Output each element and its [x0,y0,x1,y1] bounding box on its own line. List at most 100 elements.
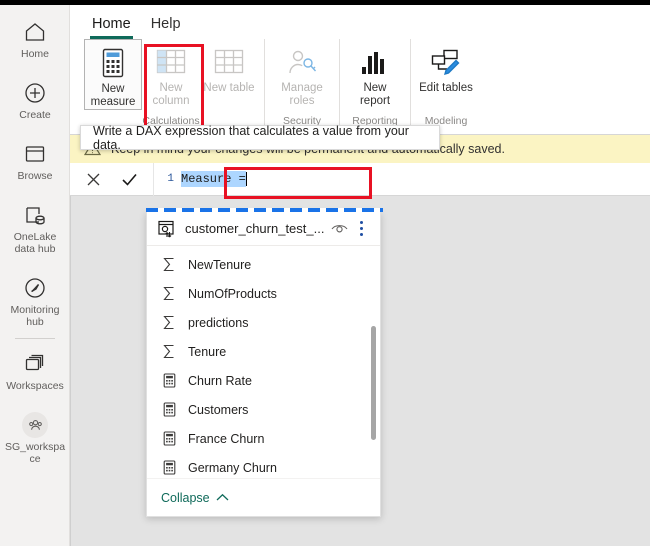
list-item[interactable]: NewTenure [147,250,380,279]
formula-selected-text: Measure = [181,171,246,187]
nav-label-browse: Browse [17,170,53,182]
measure-icon [161,431,177,447]
nav-label-sg-workspace: SG_workspace [4,441,66,465]
new-report-icon [359,46,391,78]
sigma-icon [161,286,177,302]
list-item[interactable]: Tenure [147,337,380,366]
new-table-icon [213,46,245,78]
left-navigation-rail: Home Create Browse OneLake data hub Moni… [0,5,70,546]
new-table-label: New table [203,82,255,94]
nav-item-onelake-data-hub[interactable]: OneLake data hub [0,194,70,259]
new-table-button[interactable]: New table [200,39,258,95]
home-icon [22,19,48,45]
panel-dashed-top-border [146,208,383,212]
nav-label-workspaces: Workspaces [6,380,64,392]
tab-home[interactable]: Home [82,16,141,39]
chevron-up-icon [216,491,229,505]
nav-label-monitoring-hub: Monitoring hub [10,304,60,328]
hide-eye-icon[interactable] [328,218,350,240]
more-options-icon[interactable] [350,218,372,240]
list-item[interactable]: Customers [147,395,380,424]
tooltip-text: Write a DAX expression that calculates a… [93,123,409,152]
sigma-icon [161,344,177,360]
ribbon-group-security: Manage roles Security [264,39,339,133]
formula-line-number: 1 [167,173,174,185]
main-pane: Home Help New measure New column New tab… [70,5,650,546]
manage-roles-button[interactable]: Manage roles [271,39,333,108]
manage-roles-label: Manage roles [281,82,323,107]
list-item[interactable]: Germany Churn [147,453,380,478]
onelake-data-hub-icon [22,202,48,228]
nav-label-onelake-data-hub: OneLake data hub [13,231,57,255]
nav-item-workspaces[interactable]: Workspaces [0,343,70,396]
nav-divider [14,338,55,339]
plus-circle-icon [22,80,48,106]
edit-tables-icon [430,46,462,78]
dax-expression-input[interactable]: 1 Measure = [154,163,650,196]
measure-icon [161,402,177,418]
nav-label-create: Create [19,109,51,121]
nav-item-home[interactable]: Home [0,11,70,64]
field-label: Germany Churn [188,460,277,475]
new-report-button[interactable]: New report [346,39,404,108]
list-item[interactable]: NumOfProducts [147,279,380,308]
browse-icon [22,141,48,167]
ribbon: Home Help New measure New column New tab… [70,5,650,135]
sigma-icon [161,315,177,331]
model-canvas: customer_churn_test_... NewTenure NumOfP… [70,196,650,546]
new-column-icon [155,46,187,78]
new-measure-button[interactable]: New measure [84,39,142,110]
cancel-formula-button[interactable] [80,166,106,192]
field-label: Tenure [188,344,227,359]
tab-help-label: Help [150,16,181,32]
tab-help[interactable]: Help [141,16,191,39]
new-report-label: New report [359,82,391,107]
list-item[interactable]: Churn Rate [147,366,380,395]
text-caret [245,172,247,186]
collapse-button[interactable]: Collapse [161,491,229,505]
measure-icon [161,373,177,389]
workspaces-icon [22,351,48,377]
new-measure-label: New measure [90,83,136,108]
measure-icon [161,460,177,476]
fields-panel-footer: Collapse [147,478,380,516]
new-measure-tooltip: Write a DAX expression that calculates a… [80,123,440,152]
fields-list[interactable]: NewTenure NumOfProducts predictions Tenu… [147,246,380,478]
ribbon-group-modeling: Edit tables Modeling [410,39,481,133]
edit-tables-button[interactable]: Edit tables [417,39,475,95]
field-label: France Churn [188,431,265,446]
new-column-button[interactable]: New column [142,39,200,108]
field-label: Churn Rate [188,373,252,388]
table-sync-icon [157,219,177,239]
formula-bar-actions [70,162,154,196]
new-column-label: New column [152,82,190,107]
monitoring-hub-icon [22,275,48,301]
field-label: NumOfProducts [188,286,277,301]
fields-list-scrollbar[interactable] [371,326,376,440]
workspace-avatar-icon [22,412,48,438]
list-item[interactable]: France Churn [147,424,380,453]
manage-roles-icon [286,46,318,78]
nav-item-browse[interactable]: Browse [0,133,70,186]
fields-panel: customer_churn_test_... NewTenure NumOfP… [146,208,383,517]
tab-home-label: Home [92,16,131,32]
dax-formula-bar: 1 Measure = [70,162,650,196]
edit-tables-label: Edit tables [419,82,473,94]
sigma-icon [161,257,177,273]
field-label: Customers [188,402,249,417]
nav-label-home: Home [20,48,49,60]
ribbon-body: New measure New column New table Calcula… [70,39,650,133]
field-label: NewTenure [188,257,252,272]
nav-item-sg-workspace[interactable]: SG_workspace [0,404,70,469]
ribbon-tab-strip: Home Help [70,5,650,39]
accept-formula-button[interactable] [117,166,143,192]
fields-panel-header: customer_churn_test_... [147,212,380,246]
nav-item-create[interactable]: Create [0,72,70,125]
collapse-label: Collapse [161,490,210,505]
list-item[interactable]: predictions [147,308,380,337]
fields-panel-title: customer_churn_test_... [185,221,325,236]
app-root: Home Create Browse OneLake data hub Moni… [0,0,650,546]
ribbon-group-calculations: New measure New column New table Calcula… [78,39,264,133]
new-measure-icon [97,47,129,79]
nav-item-monitoring-hub[interactable]: Monitoring hub [0,267,70,332]
